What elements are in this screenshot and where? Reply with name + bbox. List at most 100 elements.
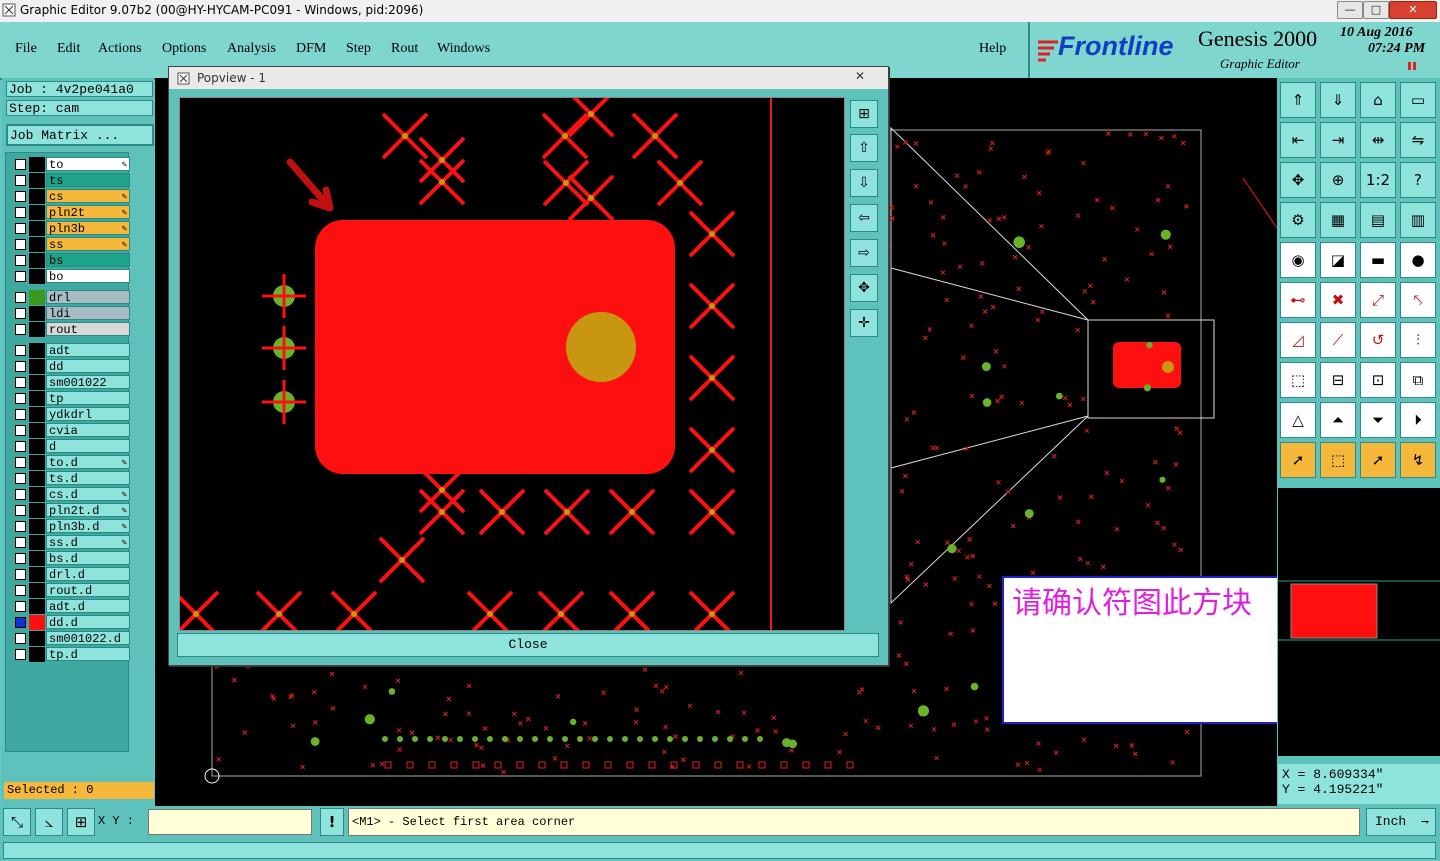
triangle-a-icon[interactable]: ⏷ [1360,402,1396,438]
layer-checkbox[interactable] [15,441,26,452]
layer-checkbox[interactable] [15,633,26,644]
box-icon[interactable]: ⬚ [1280,362,1316,398]
layer-checkbox[interactable] [15,553,26,564]
unit-selector[interactable]: Inch ⇁ [1366,808,1436,836]
menu-windows[interactable]: Windows [437,41,490,57]
layer-row-rout[interactable]: rout [14,322,130,337]
layer-row-drl[interactable]: drl [14,290,130,305]
layer-checkbox[interactable] [15,425,26,436]
measure-mode-icon[interactable]: ⦣ [35,808,63,836]
layer-row-sm001022[interactable]: sm001022 [14,375,130,390]
layer-checkbox[interactable] [15,409,26,420]
layer-checkbox[interactable] [15,271,26,282]
layer-checkbox[interactable] [15,223,26,234]
help-icon[interactable]: ? [1400,162,1436,198]
layer-row-ydkdrl[interactable]: ydkdrl [14,407,130,422]
alert-icon[interactable]: ! [320,808,344,836]
layer-checkbox[interactable] [15,191,26,202]
move-icon[interactable]: ⤢ [1360,282,1396,318]
layer-row-ss[interactable]: ss ✎ [14,237,130,252]
layer-row-ldi[interactable]: ldi [14,306,130,321]
pointer-alt-icon[interactable]: ➚ [1360,442,1396,478]
pan-top-icon[interactable]: ⇑ [1280,82,1316,118]
maximize-button[interactable]: □ [1363,1,1389,19]
layer-row-cs[interactable]: cs ✎ [14,189,130,204]
layer-checkbox[interactable] [15,207,26,218]
layer-row-sm001022-d[interactable]: sm001022.d [14,631,130,646]
fill-icon[interactable]: ⫶ [1400,322,1436,358]
layer-checkbox[interactable] [15,324,26,335]
pan-left-icon[interactable]: ⇦ [850,204,878,232]
copy-icon[interactable]: ⤣ [1400,282,1436,318]
settings-icon[interactable]: ⚙ [1280,202,1316,238]
layer-checkbox[interactable] [15,175,26,186]
circle-pad-icon[interactable]: ● [1400,242,1436,278]
menu-options[interactable]: Options [162,41,206,57]
minimize-button[interactable]: — [1337,1,1363,19]
layer-row-pln2t[interactable]: pln2t ✎ [14,205,130,220]
menu-rout[interactable]: Rout [391,41,418,57]
split-icon[interactable]: ⇹ [1360,122,1396,158]
select-mode-icon[interactable]: ⤡ [3,808,31,836]
pan-down-icon[interactable]: ⇩ [850,169,878,197]
layer-row-to-d[interactable]: to.d ✎ [14,455,130,470]
menu-dfm[interactable]: DFM [296,41,326,57]
select-box-icon[interactable]: ⬚ [1320,442,1356,478]
layer-checkbox[interactable] [15,239,26,250]
group-icon[interactable]: ⧉ [1400,362,1436,398]
layer-row-pln3b[interactable]: pln3b ✎ [14,221,130,236]
swap-icon[interactable]: ⇋ [1400,122,1436,158]
home-view-icon[interactable]: ⌂ [1360,82,1396,118]
layer-row-dd[interactable]: dd [14,359,130,374]
window-layout-icon[interactable]: ▭ [1400,82,1436,118]
popview-close-button[interactable]: Close [177,633,879,657]
pan-up-icon[interactable]: ⇧ [850,134,878,162]
zoom-home-icon[interactable]: ✛ [850,309,878,337]
pointer-icon[interactable]: ➚ [1280,442,1316,478]
angle-icon[interactable]: ◿ [1280,322,1316,358]
menu-actions[interactable]: Actions [98,41,142,57]
layer-checkbox[interactable] [15,649,26,660]
layer-row-cs-d[interactable]: cs.d ✎ [14,487,130,502]
zoom-right-icon[interactable]: ⇥ [1320,122,1356,158]
layer-row-to[interactable]: to ✎ [14,157,130,172]
layer-row-tp-d[interactable]: tp.d [14,647,130,662]
layer-checkbox[interactable] [15,601,26,612]
zoom-in-icon[interactable]: ⊞ [850,100,878,128]
menu-analysis[interactable]: Analysis [227,41,276,57]
layer-row-drl-d[interactable]: drl.d [14,567,130,582]
center-icon[interactable]: ⊕ [1320,162,1356,198]
menu-help[interactable]: Help [979,41,1006,57]
layer-row-adt-d[interactable]: adt.d [14,599,130,614]
layer-checkbox[interactable] [15,569,26,580]
layer-checkbox[interactable] [15,473,26,484]
bus-icon[interactable]: ⊡ [1360,362,1396,398]
layer-checkbox[interactable] [15,308,26,319]
close-window-button[interactable]: ✕ [1389,1,1437,19]
layer-checkbox[interactable] [15,393,26,404]
layer-row-ss-d[interactable]: ss.d ✎ [14,535,130,550]
layer-row-ts-d[interactable]: ts.d [14,471,130,486]
layer-checkbox[interactable] [15,585,26,596]
layer-checkbox[interactable] [15,505,26,516]
layer-row-bo[interactable]: bo [14,269,130,284]
triangle-up-icon[interactable]: ⏶ [1320,402,1356,438]
menu-file[interactable]: File [15,41,37,57]
layer-row-adt[interactable]: adt [14,343,130,358]
layer-row-ts[interactable]: ts [14,173,130,188]
layer-checkbox[interactable] [15,457,26,468]
layer-checkbox[interactable] [15,537,26,548]
layer-color-icon[interactable]: ▤ [1360,202,1396,238]
node-icon[interactable]: ⊷ [1280,282,1316,318]
menu-edit[interactable]: Edit [57,41,80,57]
popview-canvas[interactable] [179,97,845,631]
layer-checkbox[interactable] [15,345,26,356]
pan-right-icon[interactable]: ⇨ [850,239,878,267]
slash-icon[interactable]: ⟋ [1320,322,1356,358]
layer-row-tp[interactable]: tp [14,391,130,406]
route-icon[interactable]: ↯ [1400,442,1436,478]
job-matrix-button[interactable]: Job Matrix ... [6,124,154,146]
layer-row-dd-d[interactable]: dd.d [14,615,130,630]
cross-icon[interactable]: ✖ [1320,282,1356,318]
pad-icon[interactable]: ◉ [1280,242,1316,278]
